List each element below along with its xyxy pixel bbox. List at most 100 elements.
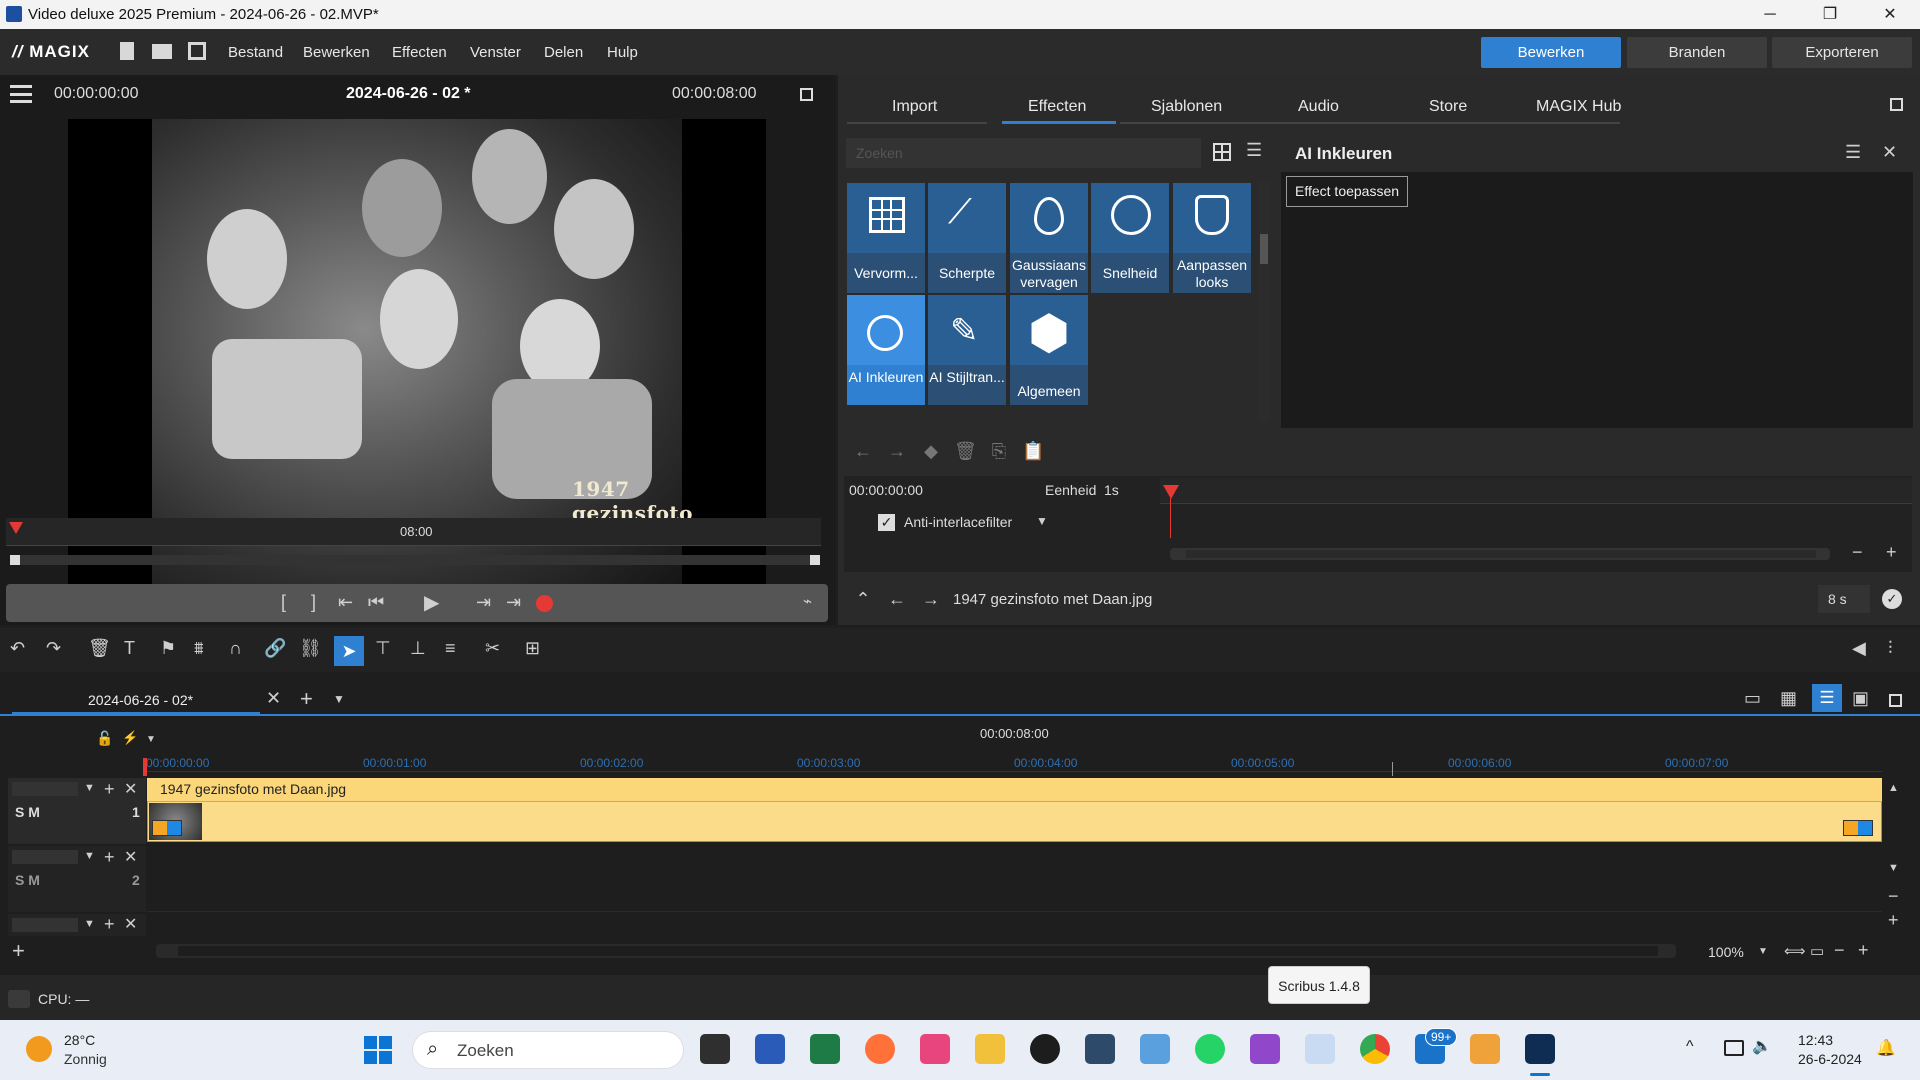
taskbar-search[interactable]: ⌕ Zoeken xyxy=(412,1031,684,1069)
excel-icon[interactable] xyxy=(810,1034,840,1064)
timeline-hscrollbar[interactable] xyxy=(156,944,1676,958)
clock-date[interactable]: 26-6-2024 xyxy=(1798,1051,1862,1067)
mode-multi-track-icon[interactable]: ⊥ xyxy=(410,638,426,659)
redo-icon[interactable]: ↷ xyxy=(46,638,61,659)
hamburger-icon[interactable] xyxy=(10,85,32,103)
zoom-dropdown-icon[interactable]: ▼ xyxy=(1758,946,1768,957)
tab-magix-hub[interactable]: MAGIX Hub xyxy=(1536,98,1621,116)
tab-audio[interactable]: Audio xyxy=(1298,98,1339,116)
marker-flag-icon[interactable]: ⚑ xyxy=(160,638,176,659)
minimize-button[interactable]: ─ xyxy=(1740,2,1800,28)
track-add-icon[interactable]: + xyxy=(104,914,115,935)
delete-icon[interactable]: 🗑 xyxy=(88,638,111,659)
mark-out-icon[interactable]: ] xyxy=(311,592,316,613)
start-button-icon[interactable] xyxy=(364,1036,392,1064)
chrome-icon[interactable] xyxy=(1360,1034,1390,1064)
next-marker-icon[interactable]: ⇥ xyxy=(476,592,491,613)
close-button[interactable]: ✕ xyxy=(1860,2,1920,28)
mode-single-track-icon[interactable]: ⊤ xyxy=(375,638,391,659)
timeline-playhead-icon[interactable] xyxy=(143,758,147,776)
open-folder-icon[interactable] xyxy=(152,44,172,59)
timeline-project-tab[interactable]: 2024-06-26 - 02* xyxy=(88,692,193,708)
title-icon[interactable]: T xyxy=(124,638,135,659)
zoom-range-icon[interactable]: ▭ xyxy=(1810,942,1824,960)
mixer-icon[interactable]: ⩩ xyxy=(194,638,204,659)
pen-app-icon[interactable] xyxy=(1305,1034,1335,1064)
unlink-icon[interactable]: ⛓ xyxy=(299,638,322,659)
view-camera-icon[interactable]: ▣ xyxy=(1852,688,1869,709)
whatsapp-icon[interactable] xyxy=(1195,1034,1225,1064)
zoom-level[interactable]: 100% xyxy=(1708,944,1744,960)
timeline-zoom-in-icon[interactable]: + xyxy=(1858,940,1869,961)
mode-all-tracks-icon[interactable]: ≡ xyxy=(445,638,456,659)
effect-close-icon[interactable]: ✕ xyxy=(1882,142,1897,163)
add-tab-icon[interactable]: + xyxy=(300,686,313,712)
effect-tile-snelheid[interactable]: Snelheid xyxy=(1091,183,1169,293)
list-view-icon[interactable]: ☰ xyxy=(1246,140,1262,161)
mark-in-icon[interactable]: [ xyxy=(281,592,286,613)
track-remove-icon[interactable]: ✕ xyxy=(124,779,137,799)
ruler-dropdown-icon[interactable]: ▼ xyxy=(146,734,156,745)
tab-effecten[interactable]: Effecten xyxy=(1028,98,1086,116)
prev-clip-icon[interactable]: ← xyxy=(886,589,908,610)
notification-bell-icon[interactable]: 🔔 xyxy=(1876,1038,1896,1058)
tab-store[interactable]: Store xyxy=(1429,98,1467,116)
effect-tile-algemeen[interactable]: ⬢ Algemeen xyxy=(1010,295,1088,405)
video-frame[interactable]: 1947 gezinsfoto met Daan xyxy=(68,119,766,587)
weather-sun-icon[interactable] xyxy=(26,1036,52,1062)
track-name-field[interactable] xyxy=(12,850,78,864)
keyframe-playhead-icon[interactable] xyxy=(1163,485,1179,499)
lock-icon[interactable]: 🔓 xyxy=(96,730,113,747)
view-single-icon[interactable]: ▭ xyxy=(1744,688,1761,709)
settings-sliders-icon[interactable]: ⫶ xyxy=(1888,638,1893,659)
pointer-mode-icon[interactable]: ➤ xyxy=(334,636,364,666)
arrow-right-icon[interactable]: → xyxy=(886,441,908,462)
timeline-zoom-out-icon[interactable]: − xyxy=(1834,940,1845,961)
menu-bestand[interactable]: Bestand xyxy=(228,44,283,61)
jump-to-start-icon[interactable]: ⇤ xyxy=(338,592,353,613)
track-height-plus-icon[interactable]: + xyxy=(1888,910,1899,931)
file-explorer-icon[interactable] xyxy=(975,1034,1005,1064)
new-file-icon[interactable] xyxy=(120,42,134,60)
network-icon[interactable] xyxy=(1724,1040,1744,1056)
confirm-icon[interactable]: ✓ xyxy=(1882,589,1902,609)
scribus-icon[interactable] xyxy=(1085,1034,1115,1064)
mode-bewerken-button[interactable]: Bewerken xyxy=(1481,37,1621,68)
inkscape-icon[interactable] xyxy=(1030,1034,1060,1064)
paste-icon[interactable]: 📋 xyxy=(1022,441,1044,462)
effect-tile-ai-inkleuren[interactable]: AI Inkleuren xyxy=(847,295,925,405)
record-icon[interactable] xyxy=(536,595,553,612)
maximize-timeline-icon[interactable] xyxy=(1889,694,1902,707)
menu-delen[interactable]: Delen xyxy=(544,44,583,61)
tiles-scrollbar[interactable] xyxy=(1259,182,1269,422)
effect-menu-icon[interactable]: ☰ xyxy=(1845,142,1861,163)
delete-keyframe-icon[interactable]: 🗑 xyxy=(954,441,977,462)
menu-bewerken[interactable]: Bewerken xyxy=(303,44,370,61)
pin-icon[interactable]: ⌁ xyxy=(803,592,812,610)
menu-venster[interactable]: Venster xyxy=(470,44,521,61)
clip-duration-field[interactable]: 8 s xyxy=(1818,585,1870,613)
empty-track[interactable] xyxy=(147,846,1882,912)
preview-scrollbar[interactable] xyxy=(10,555,820,565)
save-icon[interactable] xyxy=(188,42,206,60)
copy-icon[interactable]: ⎘ xyxy=(988,441,1010,462)
track-remove-icon[interactable]: ✕ xyxy=(124,847,137,867)
close-tab-icon[interactable]: ✕ xyxy=(266,688,281,709)
word-icon[interactable] xyxy=(755,1034,785,1064)
track-solo-mute[interactable]: S M xyxy=(15,804,40,820)
maximize-button[interactable]: ❐ xyxy=(1800,2,1860,28)
menu-hulp[interactable]: Hulp xyxy=(607,44,638,61)
zoom-out-icon[interactable]: − xyxy=(1852,542,1863,563)
scroll-down-icon[interactable]: ▼ xyxy=(1888,862,1899,874)
add-track-icon[interactable]: + xyxy=(12,938,25,964)
track-dropdown-icon[interactable]: ▼ xyxy=(84,918,95,930)
magnet-icon[interactable]: ∩ xyxy=(229,638,242,659)
filter-dropdown-icon[interactable]: ▼ xyxy=(1036,514,1048,528)
undo-icon[interactable]: ↶ xyxy=(10,638,25,659)
clock-time[interactable]: 12:43 xyxy=(1798,1032,1833,1048)
power-icon[interactable]: ⚡ xyxy=(122,730,138,746)
volume-icon[interactable]: 🔈 xyxy=(1752,1036,1772,1056)
track-remove-icon[interactable]: ✕ xyxy=(124,914,137,934)
magix-taskbar-icon[interactable] xyxy=(1525,1034,1555,1064)
zoom-fit-icon[interactable]: ⟺ xyxy=(1784,942,1806,960)
